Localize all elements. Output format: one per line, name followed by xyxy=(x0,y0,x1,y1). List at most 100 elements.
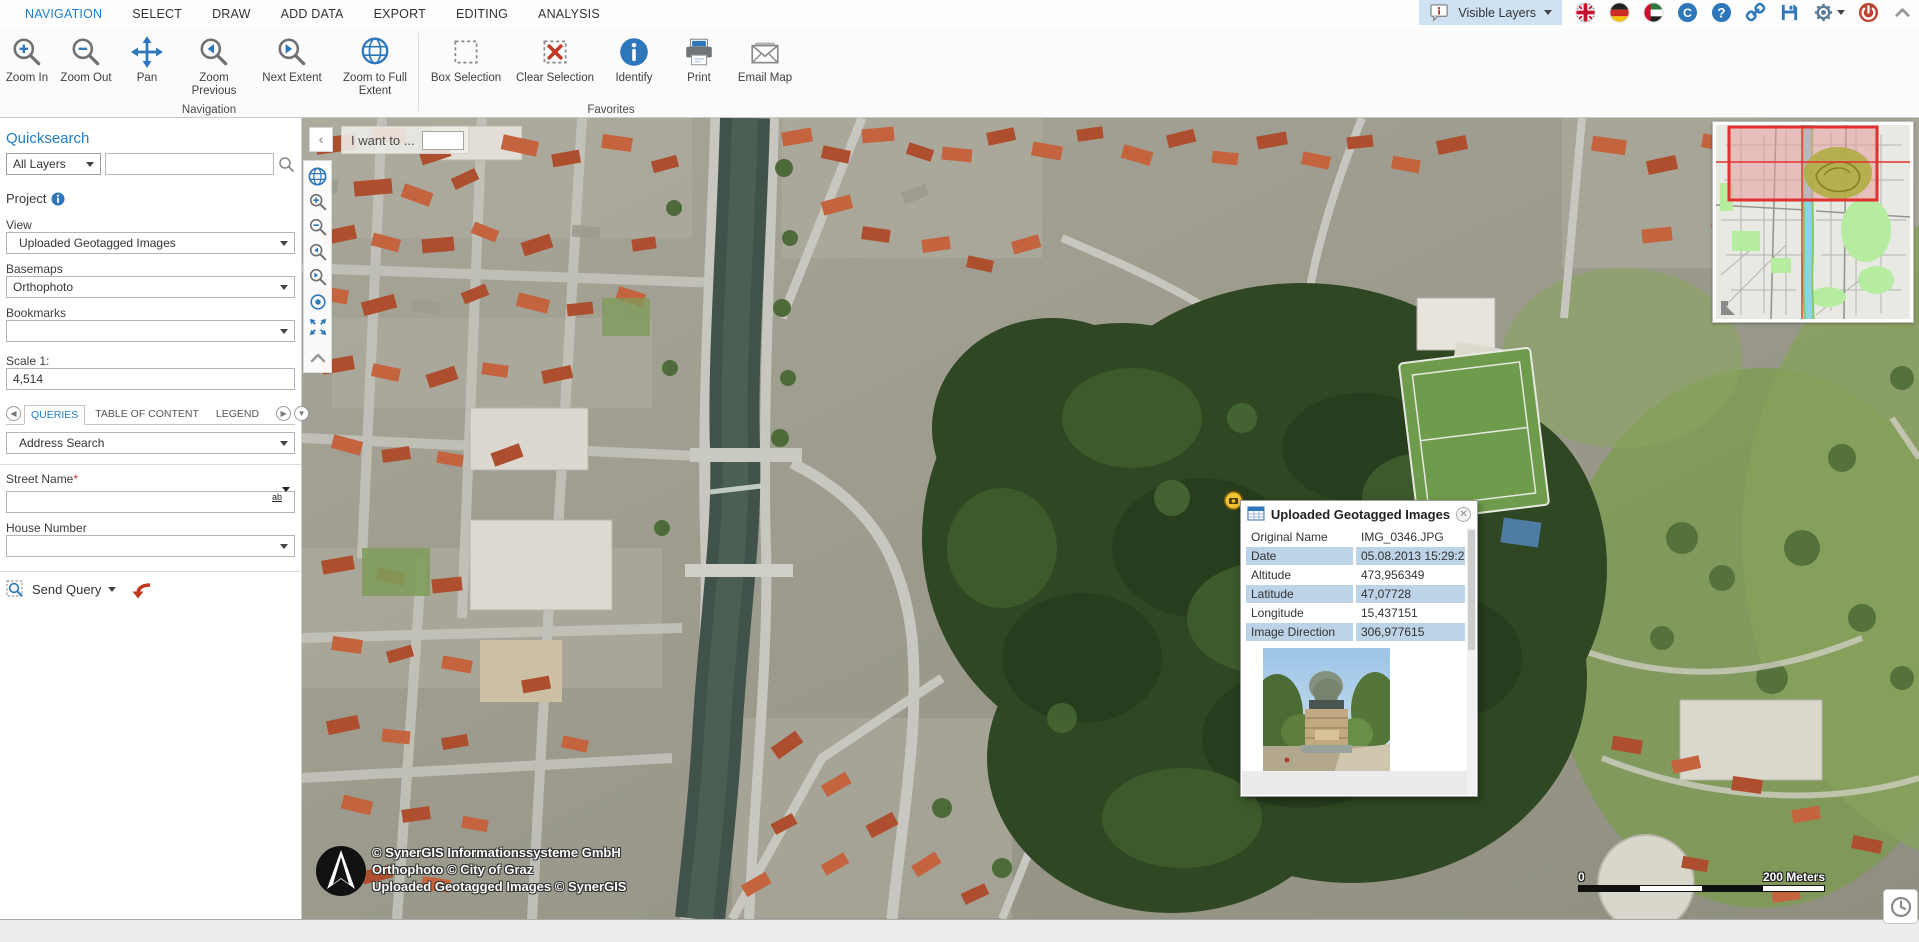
box-selection-button[interactable]: Box Selection xyxy=(419,33,513,85)
email-map-button[interactable]: Email Map xyxy=(727,33,803,85)
geotagged-photo-thumbnail[interactable] xyxy=(1263,648,1390,776)
group-label-favorites: Favorites xyxy=(419,104,803,116)
tab-export[interactable]: EXPORT xyxy=(359,0,441,29)
table-row: Original Name IMG_0346.JPG xyxy=(1246,528,1465,546)
settings-button[interactable] xyxy=(1813,2,1845,23)
tab-navigation[interactable]: NAVIGATION xyxy=(10,0,117,29)
tab-editing[interactable]: EDITING xyxy=(441,0,523,29)
send-query-menu-icon[interactable] xyxy=(108,587,116,592)
map-zoom-next-button[interactable] xyxy=(305,264,330,289)
popup-close-button[interactable]: ✕ xyxy=(1456,507,1471,522)
save-icon[interactable] xyxy=(1779,2,1800,23)
language-c-icon[interactable]: C xyxy=(1677,2,1698,23)
print-button[interactable]: Print xyxy=(671,33,727,85)
clear-selection-button[interactable]: Clear Selection xyxy=(513,33,597,85)
collapse-ribbon-icon[interactable] xyxy=(1892,2,1913,23)
map-zoom-previous-button[interactable] xyxy=(305,239,330,264)
next-extent-icon xyxy=(275,35,309,69)
globe-icon xyxy=(358,35,392,69)
tab-table-of-content[interactable]: TABLE OF CONTENT xyxy=(88,404,206,424)
email-map-icon xyxy=(748,35,782,69)
help-icon[interactable]: ? xyxy=(1711,2,1732,23)
svg-text:?: ? xyxy=(1717,5,1725,20)
scale-input[interactable] xyxy=(6,368,295,390)
zoom-full-extent-button[interactable]: Zoom to Full Extent xyxy=(332,33,418,98)
bookmark-select[interactable] xyxy=(6,320,295,342)
tab-legend[interactable]: LEGEND xyxy=(209,404,266,424)
share-link-icon[interactable] xyxy=(1745,2,1766,23)
zoom-out-icon xyxy=(308,217,328,237)
tab-add-data[interactable]: ADD DATA xyxy=(266,0,359,29)
zoom-next-icon xyxy=(308,267,328,287)
language-english-icon[interactable] xyxy=(1575,2,1596,23)
clock-icon xyxy=(1890,896,1912,918)
zoom-previous-button[interactable]: Zoom Previous xyxy=(176,33,252,98)
tab-select[interactable]: SELECT xyxy=(117,0,197,29)
send-query-button[interactable]: Send Query xyxy=(32,582,101,597)
map-tools-collapse-button[interactable] xyxy=(305,345,330,370)
map-center-button[interactable] xyxy=(305,289,330,314)
chevron-down-icon xyxy=(1837,10,1845,15)
overview-map[interactable] xyxy=(1712,121,1914,323)
ribbon: NAVIGATION SELECT DRAW ADD DATA EXPORT E… xyxy=(0,0,1919,118)
tab-queries[interactable]: QUERIES xyxy=(24,405,85,425)
gear-icon xyxy=(1813,2,1834,23)
project-label: Project xyxy=(6,191,46,206)
popup-attribute-table: Original Name IMG_0346.JPG Date 05.08.20… xyxy=(1241,527,1477,641)
street-name-input[interactable] xyxy=(6,491,295,513)
chevron-up-icon xyxy=(309,352,327,364)
time-slider-button[interactable] xyxy=(1883,889,1918,924)
tab-truncated[interactable]: L xyxy=(269,404,273,424)
tabs-scroll-left-button[interactable]: ◀ xyxy=(6,406,21,421)
tab-analysis[interactable]: ANALYSIS xyxy=(523,0,615,29)
quicksearch-input[interactable] xyxy=(105,153,274,175)
map-viewport[interactable]: ‹ I want to ... xyxy=(302,118,1919,919)
map-globe-button[interactable] xyxy=(305,164,330,189)
map-full-extent-button[interactable] xyxy=(305,314,330,339)
language-arabic-icon[interactable] xyxy=(1643,2,1664,23)
sidebar-collapse-button[interactable]: ‹ xyxy=(309,127,333,152)
divider xyxy=(0,464,301,465)
bookmarks-label: Bookmarks xyxy=(6,306,295,320)
aerial-imagery xyxy=(302,118,1919,919)
quicksearch-title: Quicksearch xyxy=(6,130,295,147)
zoom-out-button[interactable]: Zoom Out xyxy=(54,33,118,85)
tab-draw[interactable]: DRAW xyxy=(197,0,266,29)
ribbon-toolbar: Zoom In Zoom Out Pan xyxy=(0,29,803,117)
overview-map-image xyxy=(1716,125,1910,319)
quicksearch-layer-select[interactable]: All Layers xyxy=(6,153,101,175)
i-want-to-input[interactable] xyxy=(422,131,464,150)
send-query-icon xyxy=(6,580,25,599)
identify-button[interactable]: Identify xyxy=(597,33,671,85)
language-german-icon[interactable] xyxy=(1609,2,1630,23)
autocomplete-icon[interactable]: ab xyxy=(272,493,290,501)
view-select[interactable]: Uploaded Geotagged Images xyxy=(6,232,295,254)
north-arrow-icon xyxy=(315,845,367,897)
basemap-select[interactable]: Orthophoto xyxy=(6,276,295,298)
globe-icon xyxy=(307,166,328,187)
map-zoom-out-button[interactable] xyxy=(305,214,330,239)
i-want-to-label: I want to ... xyxy=(351,133,415,148)
reset-query-icon[interactable] xyxy=(131,581,153,599)
visible-layers-dropdown[interactable]: Visible Layers xyxy=(1419,0,1562,25)
house-number-select[interactable] xyxy=(6,535,295,557)
i-want-to-bar[interactable]: I want to ... xyxy=(341,126,469,154)
zoom-in-button[interactable]: Zoom In xyxy=(0,33,54,85)
map-zoom-in-button[interactable] xyxy=(305,189,330,214)
svg-text:C: C xyxy=(1683,6,1692,20)
panel-tabstrip: ◀ QUERIES TABLE OF CONTENT LEGEND L ▶ ▼ xyxy=(6,404,295,425)
next-extent-button[interactable]: Next Extent xyxy=(252,33,332,85)
query-select[interactable]: Address Search xyxy=(6,432,295,454)
search-icon[interactable] xyxy=(278,156,295,173)
pan-button[interactable]: Pan xyxy=(118,33,176,85)
expand-arrows-icon xyxy=(308,317,328,337)
required-mark: * xyxy=(73,472,78,486)
street-name-label: Street Name* xyxy=(6,472,295,486)
tabs-scroll-right-button[interactable]: ▶ xyxy=(276,406,291,421)
popup-scrollbar[interactable] xyxy=(1467,528,1476,795)
popup-header[interactable]: Uploaded Geotagged Images ✕ xyxy=(1241,501,1477,527)
project-info-icon[interactable] xyxy=(51,192,65,206)
table-row: Altitude 473,956349 xyxy=(1246,566,1465,584)
overview-toggle-icon[interactable] xyxy=(1719,299,1739,317)
logout-icon[interactable] xyxy=(1858,2,1879,23)
